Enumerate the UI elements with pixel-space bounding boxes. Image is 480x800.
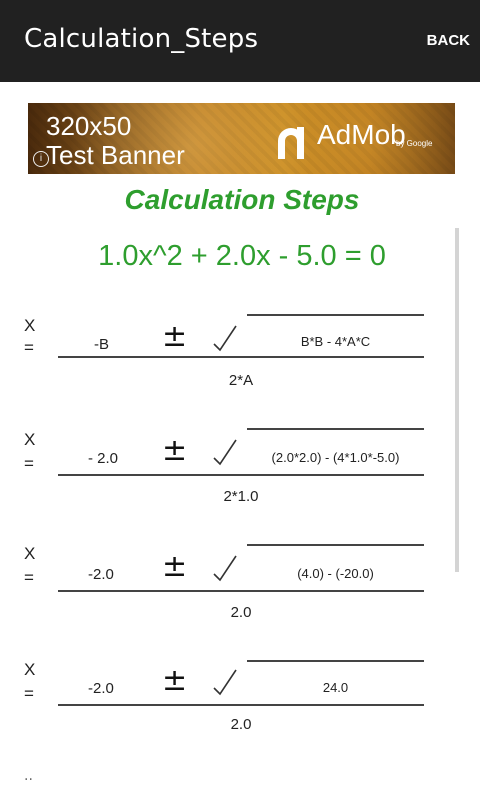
square-root-icon xyxy=(213,439,237,466)
plus-minus-sign: ± xyxy=(162,433,188,468)
radicand: (4.0) - (-20.0) xyxy=(297,566,374,581)
ad-banner[interactable]: 320x50 Test Banner i AdMob by Google xyxy=(28,103,455,174)
radicand-overline xyxy=(247,314,424,316)
x-label: X xyxy=(24,430,36,449)
x-label: X xyxy=(24,544,36,563)
numerator-neg-b: -2.0 xyxy=(88,566,114,583)
screen-title: Calculation_Steps xyxy=(24,24,259,54)
radicand: 24.0 xyxy=(322,680,349,695)
equals-label: = xyxy=(24,684,34,703)
calculation-step: X = -2.0 ± 24.0 2.0 xyxy=(0,658,480,758)
denominator: 2*1.0 xyxy=(223,488,259,505)
admob-brand-text: AdMob xyxy=(317,119,406,150)
quadratic-equation: 1.0x^2 + 2.0x - 5.0 = 0 xyxy=(98,240,386,272)
fraction-bar xyxy=(58,590,424,592)
banner-size-text: 320x50 xyxy=(46,111,132,141)
plus-minus-sign: ± xyxy=(162,549,188,584)
radicand-overline xyxy=(247,428,424,430)
app-bar: Calculation_Steps BACK xyxy=(0,0,480,82)
square-root-icon xyxy=(213,555,237,582)
back-button[interactable]: BACK xyxy=(427,32,470,49)
fraction-bar xyxy=(58,356,424,358)
fraction-bar xyxy=(58,704,424,706)
admob-by-google-text: by Google xyxy=(396,139,433,148)
banner-test-text: Test Banner xyxy=(46,140,185,170)
square-root-icon xyxy=(213,325,237,352)
x-label: X xyxy=(24,660,36,679)
square-root-icon xyxy=(213,669,237,696)
radicand: (2.0*2.0) - (4*1.0*-5.0) xyxy=(271,450,400,465)
equals-label: = xyxy=(24,568,34,587)
plus-minus-sign: ± xyxy=(162,663,188,698)
admob-logo-icon xyxy=(278,127,304,159)
denominator: 2.0 xyxy=(230,604,252,621)
equals-label: = xyxy=(24,454,34,473)
equals-label: = xyxy=(24,338,34,357)
calculation-step: X = - 2.0 ± (2.0*2.0) - (4*1.0*-5.0) 2*1… xyxy=(0,426,480,526)
numerator-neg-b: -B xyxy=(94,336,109,353)
info-icon[interactable]: i xyxy=(33,151,49,167)
radicand-overline xyxy=(247,660,424,662)
fraction-bar xyxy=(58,474,424,476)
numerator-neg-b: -2.0 xyxy=(88,680,114,697)
denominator: 2.0 xyxy=(230,716,252,733)
calculation-steps-heading: Calculation Steps xyxy=(124,184,360,215)
numerator-neg-b: - 2.0 xyxy=(88,450,119,467)
calculation-step: X = -2.0 ± (4.0) - (-20.0) 2.0 xyxy=(0,542,480,642)
x-label: X xyxy=(24,316,36,335)
more-content-indicator: ·· xyxy=(24,772,33,788)
plus-minus-sign: ± xyxy=(162,319,188,354)
radicand-overline xyxy=(247,544,424,546)
radicand: B*B - 4*A*C xyxy=(300,334,371,349)
denominator: 2*A xyxy=(228,372,254,389)
calculation-step: X = -B ± B*B - 4*A*C 2*A xyxy=(0,310,480,410)
